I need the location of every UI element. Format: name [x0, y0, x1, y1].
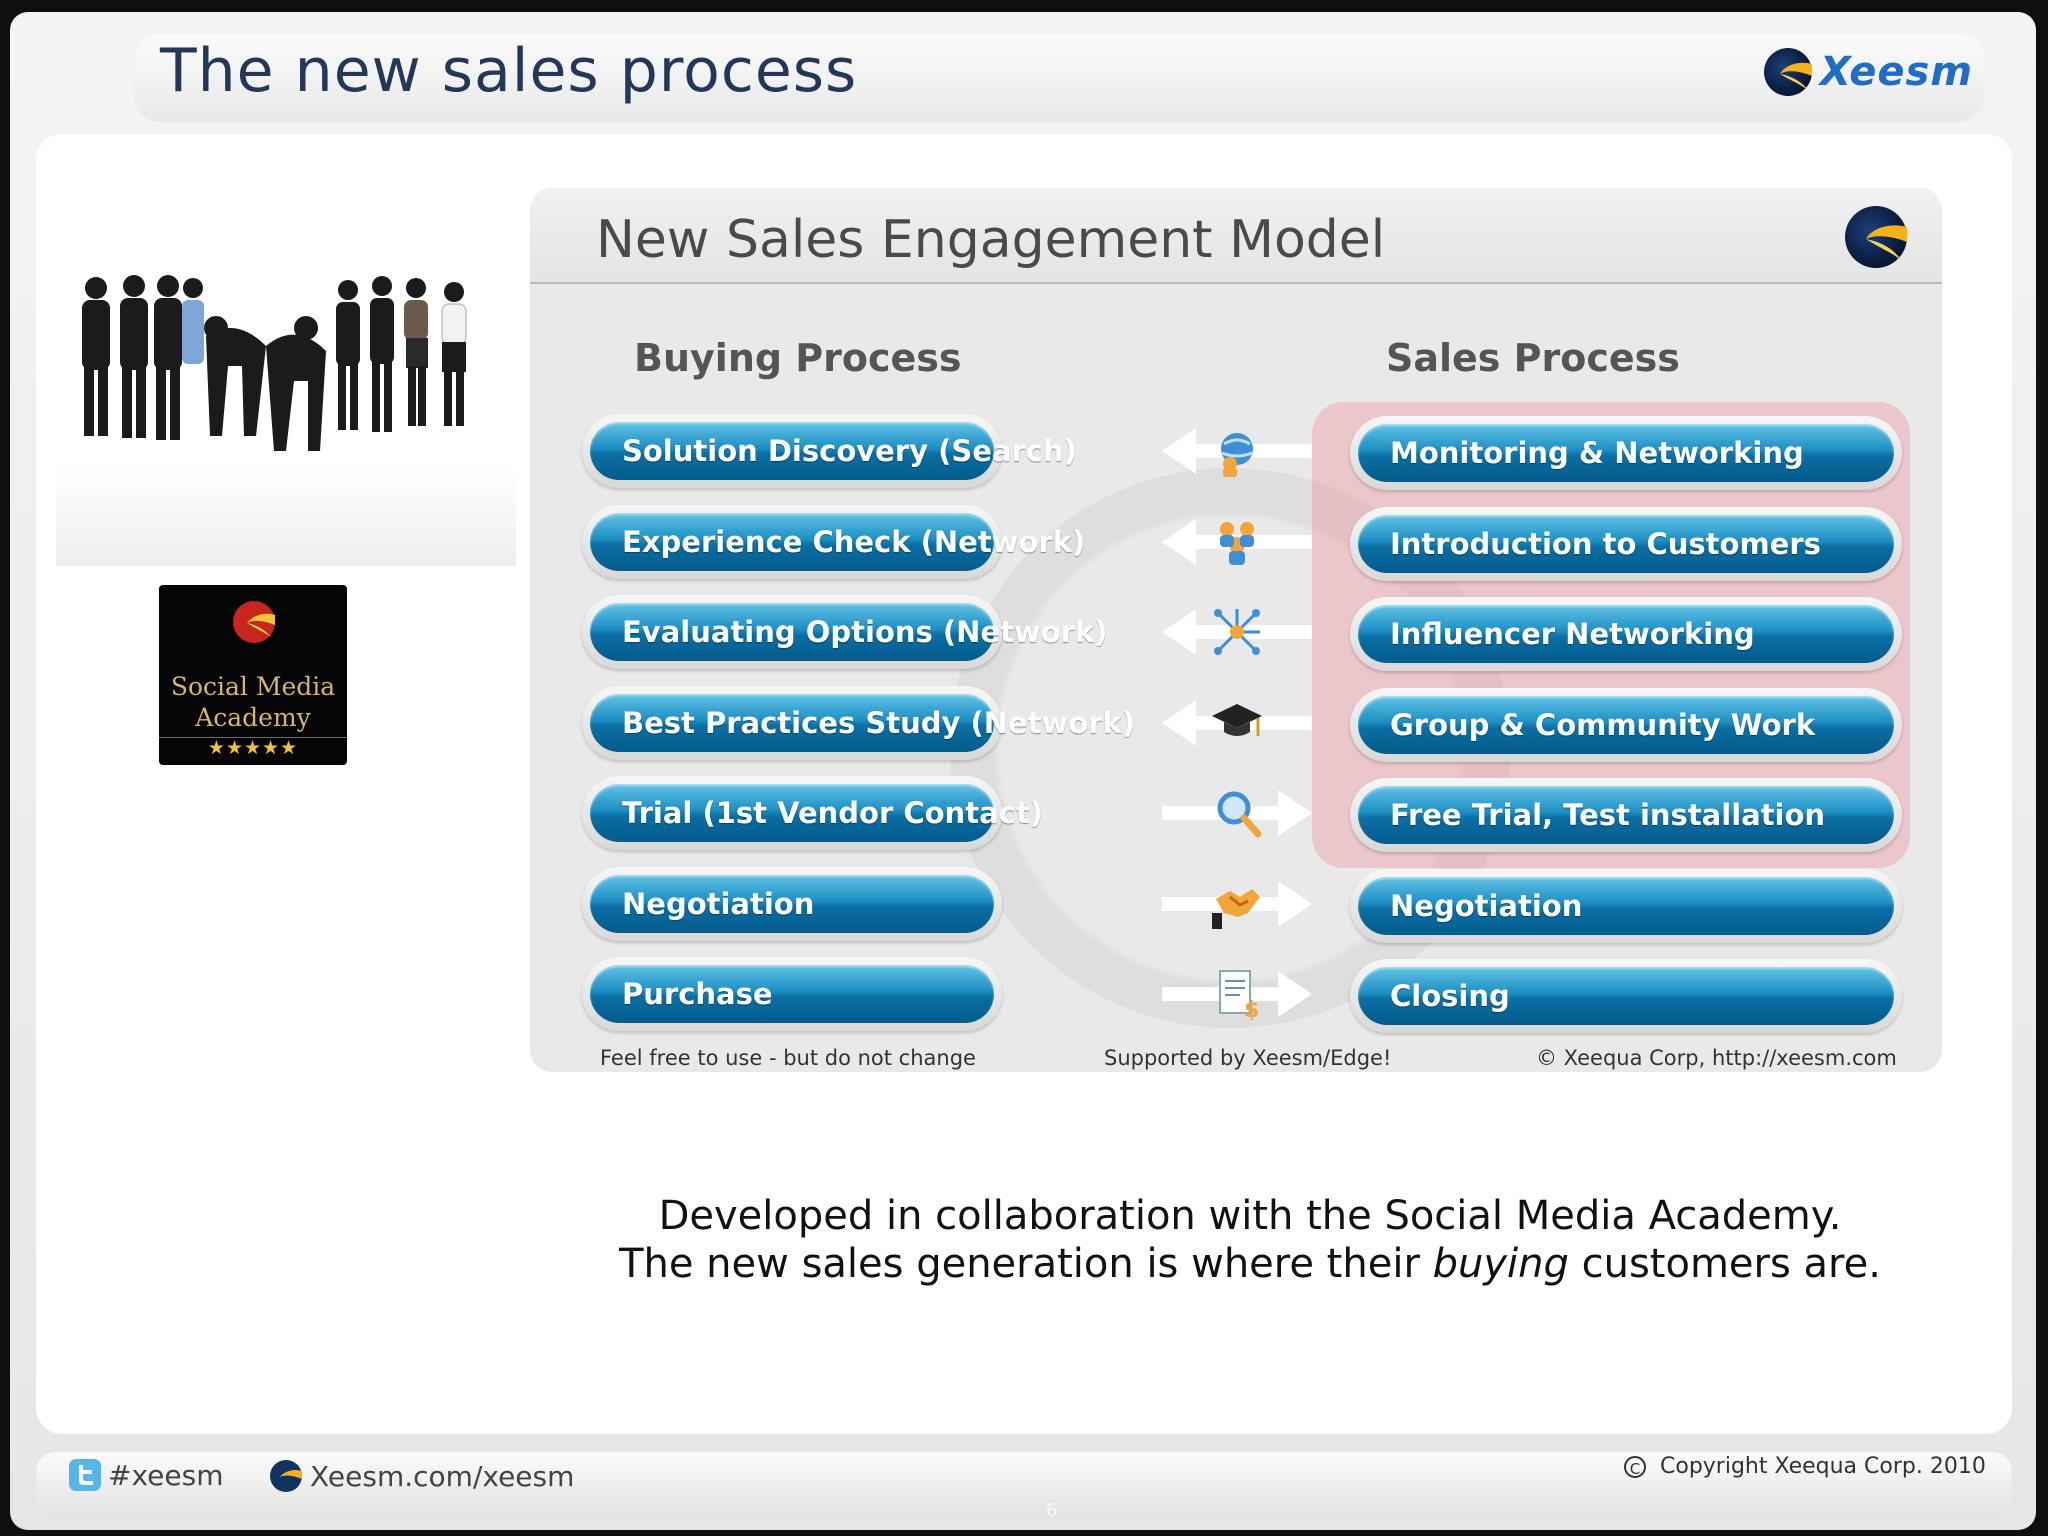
sales-step-label: Introduction to Customers: [1390, 527, 1821, 561]
sales-step-label: Closing: [1390, 979, 1510, 1013]
sales-step-pill: Monitoring & Networking: [1358, 424, 1894, 482]
academy-logo-icon: [233, 601, 275, 643]
sales-process-header: Sales Process: [1386, 336, 1680, 380]
buying-process-header: Buying Process: [634, 336, 962, 380]
buying-step-label: Solution Discovery (Search): [622, 434, 1077, 468]
xeesm-logo-icon: [1764, 48, 1812, 96]
people-group-icon: [1220, 522, 1254, 565]
connector-2: [1162, 513, 1312, 571]
sales-step-pill: Closing: [1358, 967, 1894, 1025]
sales-step-pill: Free Trial, Test installation: [1358, 786, 1894, 844]
academy-name-line2: Academy: [195, 703, 311, 732]
model-header: New Sales Engagement Model: [530, 188, 1942, 284]
brand-logo: Xeesm: [1762, 44, 1973, 100]
sales-step-pill: Group & Community Work: [1358, 696, 1894, 754]
connector-3: [1162, 603, 1312, 661]
buying-step-2: Experience Check (Network): [582, 505, 1085, 579]
social-media-academy-badge: Social Media Academy ★★★★★: [159, 585, 347, 765]
copyright-icon: C: [1624, 1455, 1646, 1478]
model-footer-left: Feel free to use - but do not change: [600, 1046, 976, 1070]
magnifier-icon: [1217, 791, 1262, 838]
model-footer-right: © Xeequa Corp, http://xeesm.com: [1536, 1046, 1897, 1070]
sales-step-label: Influencer Networking: [1390, 617, 1755, 651]
rating-stars: ★★★★★: [207, 737, 299, 759]
xeesm-globe-icon: [270, 1460, 302, 1492]
caption-line-2: The new sales generation is where their …: [560, 1240, 1940, 1288]
sales-step-3: Influencer Networking: [1350, 597, 1902, 671]
sales-step-7: Closing: [1350, 959, 1902, 1033]
handshake-icon: [1212, 889, 1260, 929]
twitter-hashtag: #xeesm: [108, 1458, 224, 1492]
buying-step-7: Purchase: [582, 957, 1002, 1031]
sales-engagement-model: New Sales Engagement Model Buying Proces…: [530, 188, 1942, 1072]
xeesm-logo-icon: [1845, 206, 1907, 268]
connector-7: $: [1162, 965, 1312, 1023]
sales-step-5: Free Trial, Test installation: [1350, 778, 1902, 852]
globe-people-icon: [1221, 433, 1253, 477]
connector-4: [1162, 694, 1312, 752]
sales-step-pill: Introduction to Customers: [1358, 515, 1894, 573]
buying-step-label: Best Practices Study (Network): [622, 706, 1136, 740]
model-footer-center: Supported by Xeesm/Edge!: [1104, 1046, 1392, 1070]
sales-step-label: Negotiation: [1390, 889, 1583, 923]
page-number: 6: [1046, 1500, 1058, 1521]
buying-step-pill: Experience Check (Network): [590, 513, 1085, 571]
sales-step-4: Group & Community Work: [1350, 688, 1902, 762]
buying-step-pill: Purchase: [590, 965, 994, 1023]
academy-name-line1: Social Media: [170, 672, 336, 701]
buying-step-pill: Solution Discovery (Search): [590, 422, 1077, 480]
buying-step-3: Evaluating Options (Network): [582, 595, 1108, 669]
buying-step-label: Purchase: [622, 977, 773, 1011]
caption-emphasis: buying: [1432, 1241, 1569, 1287]
buying-step-5: Trial (1st Vendor Contact): [582, 776, 1043, 850]
sales-step-2: Introduction to Customers: [1350, 507, 1902, 581]
copyright-text: Copyright Xeequa Corp. 2010: [1660, 1454, 1986, 1479]
sales-step-1: Monitoring & Networking: [1350, 416, 1902, 490]
graduation-cap-icon: [1212, 704, 1262, 736]
buying-step-1: Solution Discovery (Search): [582, 414, 1077, 488]
buying-step-label: Evaluating Options (Network): [622, 615, 1108, 649]
twitter-link[interactable]: #xeesm: [68, 1458, 224, 1492]
website-link[interactable]: Xeesm.com/xeesm: [268, 1458, 574, 1494]
model-title: New Sales Engagement Model: [596, 210, 1386, 270]
buying-step-label: Trial (1st Vendor Contact): [622, 796, 1043, 830]
page-title: The new sales process: [160, 36, 858, 106]
caption: Developed in collaboration with the Soci…: [560, 1192, 1940, 1288]
buying-step-pill: Best Practices Study (Network): [590, 694, 1135, 752]
academy-name: Social Media Academy: [159, 671, 347, 733]
sales-step-pill: Negotiation: [1358, 877, 1894, 935]
sales-step-label: Monitoring & Networking: [1390, 436, 1804, 470]
buying-step-label: Negotiation: [622, 887, 815, 921]
svg-text:$: $: [1244, 998, 1259, 1021]
brand-name: Xeesm: [1820, 49, 1974, 95]
caption-text-before: The new sales generation is where their: [619, 1241, 1433, 1287]
website-url: Xeesm.com/xeesm: [310, 1459, 575, 1493]
business-team-image: [56, 275, 516, 566]
connector-5: [1162, 784, 1312, 842]
sales-step-pill: Influencer Networking: [1358, 605, 1894, 663]
buying-step-label: Experience Check (Network): [622, 525, 1086, 559]
buying-step-pill: Negotiation: [590, 875, 994, 933]
connector-1: [1162, 422, 1312, 480]
connector-6: [1162, 875, 1312, 933]
sales-step-label: Free Trial, Test installation: [1390, 798, 1826, 832]
network-icon: [1214, 609, 1260, 655]
caption-line-1: Developed in collaboration with the Soci…: [658, 1193, 1842, 1239]
buying-step-4: Best Practices Study (Network): [582, 686, 1135, 760]
buying-step-pill: Evaluating Options (Network): [590, 603, 1108, 661]
caption-text-after: customers are.: [1568, 1241, 1881, 1287]
twitter-icon: [69, 1459, 101, 1491]
sales-step-label: Group & Community Work: [1390, 708, 1816, 742]
buying-step-pill: Trial (1st Vendor Contact): [590, 784, 1043, 842]
copyright: C Copyright Xeequa Corp. 2010: [1624, 1454, 1986, 1479]
buying-step-6: Negotiation: [582, 867, 1002, 941]
sales-step-6: Negotiation: [1350, 869, 1902, 943]
document-money-icon: $: [1219, 970, 1259, 1021]
